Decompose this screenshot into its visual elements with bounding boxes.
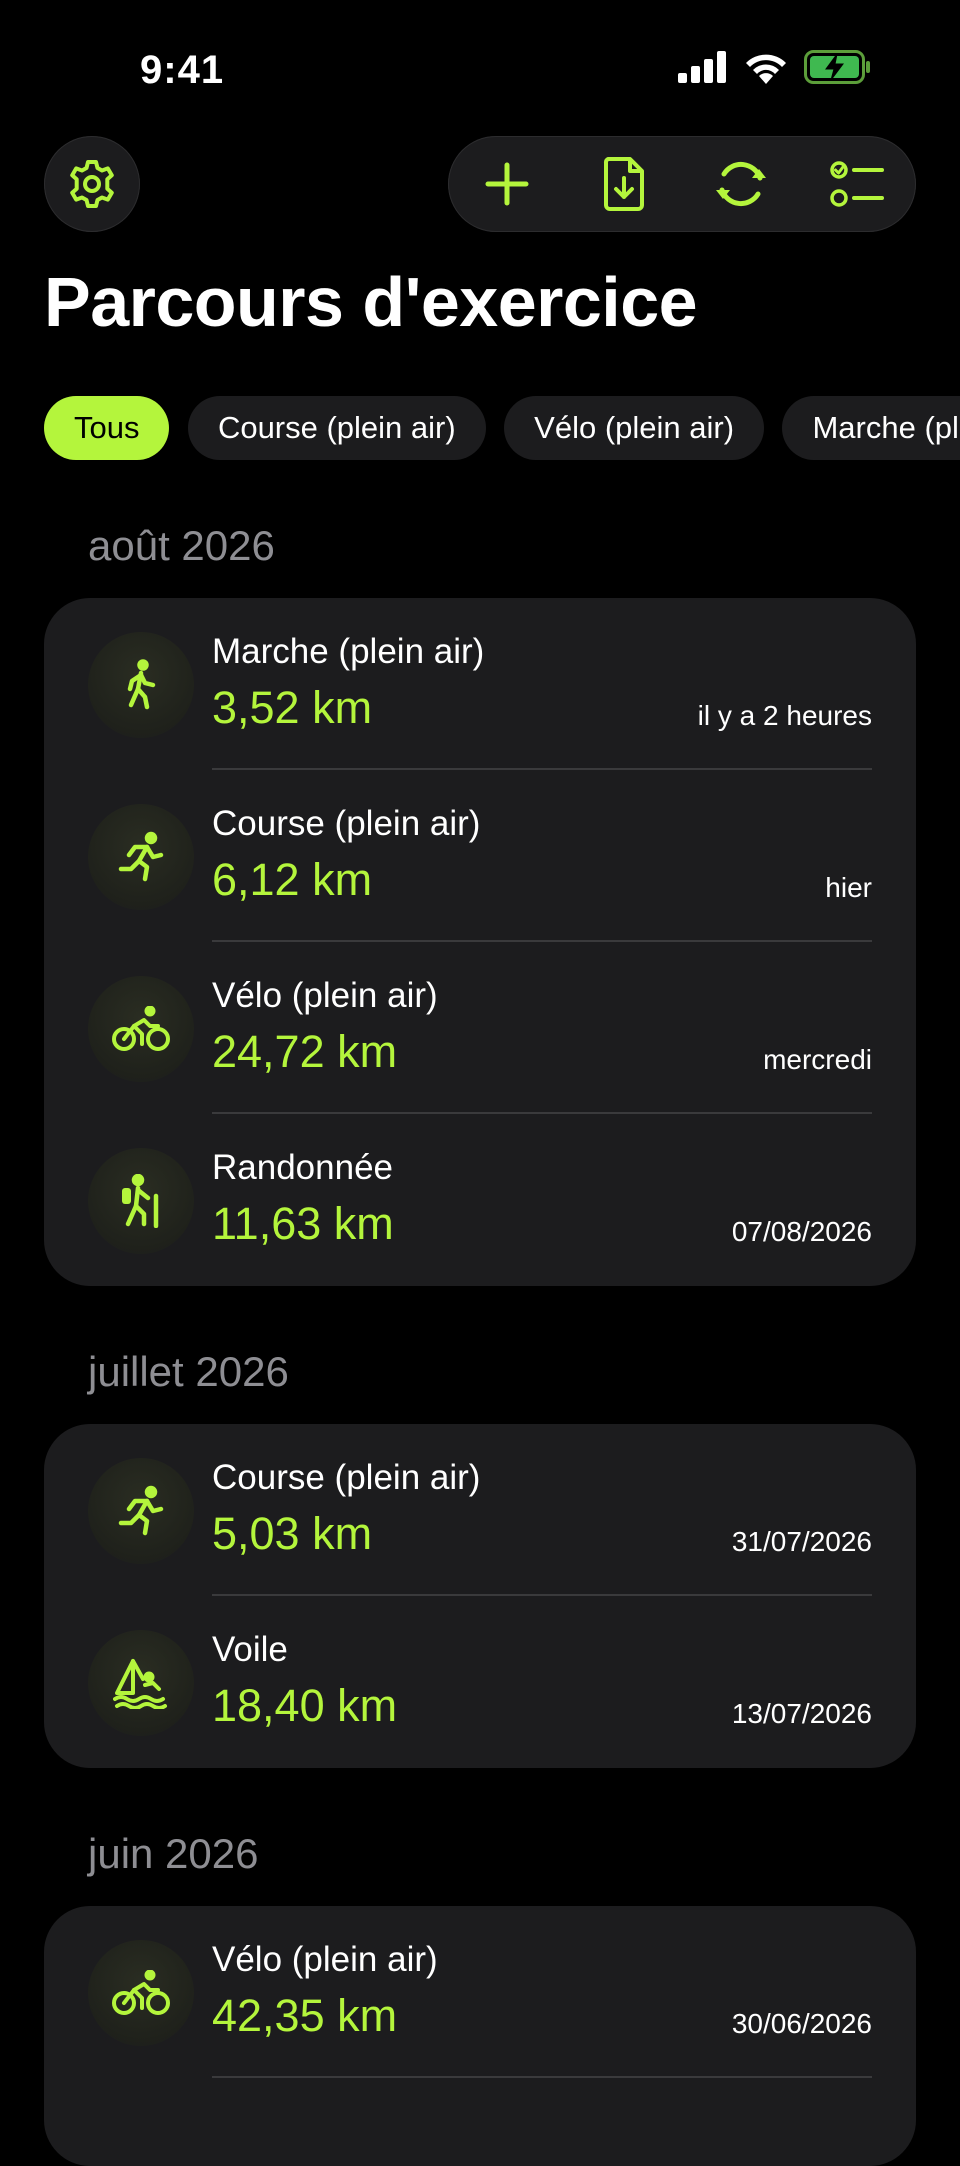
activity-row[interactable]: Course (plein air) 6,12 km hier: [44, 770, 916, 942]
signal-icon: [678, 51, 728, 83]
section-header: août 2026: [88, 522, 275, 569]
filter-chip-running[interactable]: Course (plein air): [187, 396, 486, 460]
activity-distance: 3,52 km: [212, 682, 373, 733]
activity-name: Vélo (plein air): [212, 1940, 438, 1979]
add-button[interactable]: [467, 144, 547, 224]
activity-date: mercredi: [763, 1044, 872, 1075]
bike-icon: [88, 976, 194, 1082]
plus-icon: [484, 161, 530, 207]
section-header: juillet 2026: [88, 1348, 289, 1395]
activity-row[interactable]: Marche (plein air) 3,52 km il y a 2 heur…: [44, 598, 916, 770]
status-time: 9:41: [140, 48, 225, 92]
sail-icon: [88, 1630, 194, 1736]
activity-date: il y a 2 heures: [697, 700, 872, 731]
toolbar: [448, 136, 916, 232]
activity-date: hier: [825, 872, 872, 903]
section-header: juin 2026: [88, 1830, 259, 1877]
select-list-button[interactable]: [818, 144, 898, 224]
checklist-icon: [829, 158, 886, 210]
activity-row[interactable]: Randonnée 11,63 km 07/08/2026: [44, 1114, 916, 1286]
document-download-icon: [602, 157, 646, 211]
import-file-button[interactable]: [584, 144, 664, 224]
activity-row[interactable]: Course (plein air) 5,03 km 31/07/2026: [44, 1424, 916, 1596]
activity-date: 07/08/2026: [731, 1216, 872, 1247]
filter-chip-walking[interactable]: Marche (plein air): [782, 396, 960, 460]
activity-date: 30/06/2026: [731, 2008, 872, 2039]
activity-name: Vélo (plein air): [212, 976, 438, 1015]
status-icons: [678, 50, 872, 84]
wifi-icon: [744, 50, 788, 84]
sync-icon: [712, 158, 770, 210]
activity-row[interactable]: Vélo (plein air) 42,35 km 30/06/2026: [44, 1906, 916, 2078]
activity-distance: 18,40 km: [212, 1680, 398, 1731]
battery-charging-icon: [804, 50, 872, 84]
settings-button[interactable]: [44, 136, 140, 232]
activity-distance: 6,12 km: [212, 854, 373, 905]
bike-icon: [88, 1940, 194, 2046]
activity-name: Course (plein air): [212, 804, 481, 843]
filter-chip-all[interactable]: Tous: [44, 396, 170, 460]
sync-button[interactable]: [701, 144, 781, 224]
hike-icon: [88, 1148, 194, 1254]
activity-name: Marche (plein air): [212, 632, 485, 671]
activity-distance: 11,63 km: [212, 1198, 394, 1249]
activity-name: Voile: [212, 1630, 288, 1669]
activity-date: 13/07/2026: [731, 1698, 872, 1729]
gear-icon: [66, 158, 118, 210]
filter-chips: Tous Course (plein air) Vélo (plein air)…: [44, 396, 960, 464]
activity-card: Marche (plein air) 3,52 km il y a 2 heur…: [44, 598, 916, 1286]
activity-name: Randonnée: [212, 1148, 393, 1187]
activity-distance: 5,03 km: [212, 1508, 373, 1559]
activity-card: Vélo (plein air) 42,35 km 30/06/2026: [44, 1906, 916, 2166]
activity-name: Course (plein air): [212, 1458, 481, 1497]
activity-row[interactable]: Voile 18,40 km 13/07/2026: [44, 1596, 916, 1768]
filter-chip-cycling[interactable]: Vélo (plein air): [504, 396, 765, 460]
divider: [212, 2076, 872, 2078]
activity-row[interactable]: Vélo (plein air) 24,72 km mercredi: [44, 942, 916, 1114]
run-icon: [88, 804, 194, 910]
run-icon: [88, 1458, 194, 1564]
activity-date: 31/07/2026: [731, 1526, 872, 1557]
activity-distance: 24,72 km: [212, 1026, 398, 1077]
page-title: Parcours d'exercice: [44, 263, 698, 341]
activity-card: Course (plein air) 5,03 km 31/07/2026 Vo…: [44, 1424, 916, 1768]
activity-distance: 42,35 km: [212, 1990, 398, 2041]
walk-icon: [88, 632, 194, 738]
status-bar: 9:41: [0, 0, 960, 130]
